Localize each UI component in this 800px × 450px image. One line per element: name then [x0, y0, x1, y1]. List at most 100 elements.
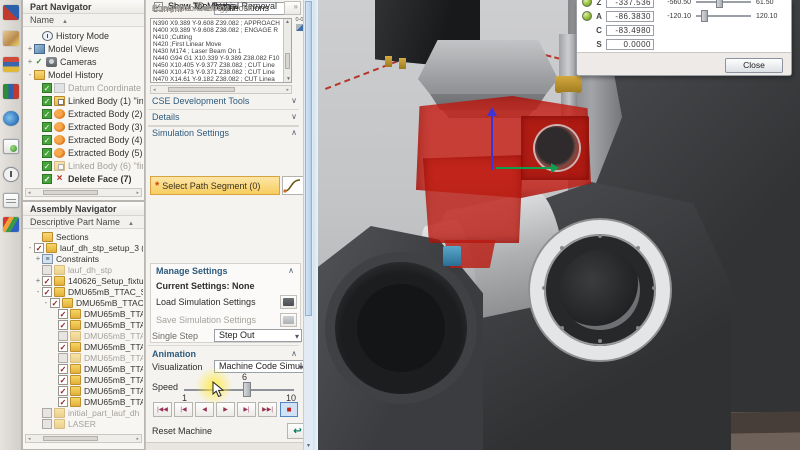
group-details[interactable]: Details [152, 112, 299, 124]
checkbox[interactable] [58, 320, 68, 330]
horizontal-scrollbar[interactable] [25, 434, 142, 443]
checkbox[interactable] [50, 298, 60, 308]
checkbox[interactable] [58, 364, 68, 374]
assembly-navigator-column-header[interactable]: Descriptive Part Name [23, 216, 144, 229]
axis-value-field[interactable]: -83.4980 [606, 25, 654, 36]
checkbox[interactable] [34, 243, 44, 253]
nc-code-line[interactable]: N430 M174 ; Laser Beam On 1 [153, 48, 282, 55]
tree-row[interactable]: + 140626_Setup_fixture [24, 275, 143, 286]
tree-row[interactable]: DMU65mB_TTAC [24, 308, 143, 319]
checkbox[interactable] [42, 83, 52, 93]
action-row[interactable]: Load Simulation Settings [156, 294, 297, 310]
action-row[interactable]: Simulation Settings [152, 0, 301, 16]
axis-value-field[interactable]: -337.536 [606, 0, 654, 8]
tree-row[interactable]: Delete Face (7) [24, 172, 143, 185]
nc-code-list[interactable]: N390 X9.389 Y-9.608 Z39.082 ; APPROACH N4… [150, 18, 292, 83]
nc-code-line[interactable]: N420 ;First Linear Move [153, 41, 282, 48]
tree-row[interactable]: DMU65mB_TTAC [24, 319, 143, 330]
tree-row[interactable]: - lauf_dh_stp_setup_3 (Order: C [24, 242, 143, 253]
tree-row[interactable]: DMU65mB_TTAC [24, 363, 143, 374]
notes-icon[interactable] [3, 193, 19, 208]
tree-row[interactable]: Extracted Body (3) "AM F [24, 120, 143, 133]
expander-icon[interactable]: - [26, 70, 34, 79]
expander-icon[interactable]: - [34, 287, 42, 296]
dialog-scrollbar[interactable] [303, 0, 313, 450]
axis-slider-thumb[interactable] [716, 0, 723, 8]
expander-icon[interactable]: + [34, 254, 42, 263]
checkbox[interactable] [42, 122, 52, 132]
nc-code-line[interactable]: N410 ;Cutting [153, 34, 282, 41]
checkbox[interactable] [34, 57, 44, 67]
nc-code-line[interactable]: N470 X14.61 Y-9.182 Z38.082 ; CUT Linea [153, 76, 282, 83]
command-finder-icon[interactable] [3, 5, 19, 20]
tree-row[interactable]: - DMU65mB_TTAC_S84 [24, 297, 143, 308]
tree-row[interactable]: + Model Views [24, 42, 143, 55]
expander-icon[interactable]: - [42, 298, 50, 307]
select-path-segment-field[interactable]: Select Path Segment (0) [150, 176, 280, 195]
checkbox[interactable] [42, 109, 52, 119]
tree-row[interactable]: DMU65mB_TTAC [24, 352, 143, 363]
checkbox[interactable] [58, 375, 68, 385]
tree-row[interactable]: DMU65mB_TTAC [24, 396, 143, 407]
expander-icon[interactable]: - [26, 243, 34, 252]
horizontal-scrollbar[interactable] [25, 188, 142, 197]
checkbox[interactable] [42, 161, 52, 171]
tree-row[interactable]: initial_part_lauf_dh [24, 407, 143, 418]
part-navigator-column-header[interactable]: Name [23, 14, 144, 27]
hand-tool-icon[interactable] [3, 31, 19, 46]
checkbox[interactable] [42, 148, 52, 158]
nc-list-horizontal-scrollbar[interactable] [150, 85, 292, 94]
checkbox[interactable] [42, 408, 52, 418]
tree-row[interactable]: DMU65mB_TTAC [24, 330, 143, 341]
group-simulation-settings[interactable]: Simulation Settings [152, 128, 299, 140]
action-icon-button[interactable] [280, 295, 297, 309]
action-icon-button[interactable] [280, 313, 297, 327]
speed-slider-track[interactable] [184, 389, 294, 391]
checkbox[interactable] [42, 96, 52, 106]
checkbox[interactable] [58, 386, 68, 396]
checkbox[interactable] [58, 331, 68, 341]
tree-row[interactable]: Extracted Body (2) "AM F [24, 107, 143, 120]
nc-code-line[interactable]: N450 X10.405 Y-9.377 Z38.082 ; CUT Line [153, 62, 282, 69]
checkbox[interactable] [42, 276, 52, 286]
checkbox[interactable] [58, 309, 68, 319]
step-back-block-button[interactable]: |◀ [174, 402, 193, 417]
action-icon-button[interactable] [284, 1, 301, 15]
axis-value-field[interactable]: -86.3830 [606, 11, 654, 22]
tree-row[interactable]: Linked Body (1) "initial_p [24, 94, 143, 107]
axis-slider-thumb[interactable] [701, 10, 708, 22]
nc-code-line[interactable]: N390 X9.389 Y-9.608 Z39.082 ; APPROACH [153, 20, 282, 27]
movie-capture-icon[interactable] [3, 57, 19, 72]
speed-slider-thumb[interactable] [243, 382, 251, 397]
tree-row[interactable]: DMU65mB_TTAC [24, 385, 143, 396]
tree-row[interactable]: - DMU65mB_TTAC_S840D [24, 286, 143, 297]
tree-row[interactable]: History Mode [24, 29, 143, 42]
checkbox[interactable] [42, 135, 52, 145]
axis-slider[interactable] [694, 10, 753, 22]
tree-row[interactable]: + Constraints [24, 253, 143, 264]
checkbox[interactable] [42, 174, 52, 184]
tree-row[interactable]: LASER [24, 418, 143, 429]
tree-row[interactable]: Sections [24, 231, 143, 242]
group-manage-settings[interactable]: Manage Settings [156, 266, 296, 278]
checkbox[interactable] [42, 287, 52, 297]
group-cse-development-tools[interactable]: CSE Development Tools [152, 96, 299, 108]
refresh-document-icon[interactable] [3, 139, 19, 154]
checkbox[interactable] [42, 265, 52, 275]
nc-code-line[interactable]: N440 G94 G1 X10.339 Y-9.389 Z38.082 F10 [153, 55, 282, 62]
step-forward-block-button[interactable]: ▶| [237, 402, 256, 417]
expander-icon[interactable]: + [26, 57, 34, 66]
tree-row[interactable]: lauf_dh_stp [24, 264, 143, 275]
go-to-end-button[interactable]: ▶▶| [258, 402, 277, 417]
action-row[interactable]: Save Simulation Settings [156, 312, 297, 328]
checkbox[interactable] [42, 419, 52, 429]
path-segment-curve-button[interactable] [282, 176, 304, 195]
checkbox[interactable] [58, 397, 68, 407]
axis-led-icon[interactable] [582, 11, 592, 21]
internet-icon[interactable] [3, 111, 19, 126]
tree-row[interactable]: Extracted Body (5) "AM F [24, 146, 143, 159]
axis-slider[interactable] [694, 0, 753, 8]
tree-row[interactable]: Datum Coordinate Syste [24, 81, 143, 94]
tree-row[interactable]: + Cameras [24, 55, 143, 68]
axis-led-icon[interactable] [582, 0, 592, 7]
